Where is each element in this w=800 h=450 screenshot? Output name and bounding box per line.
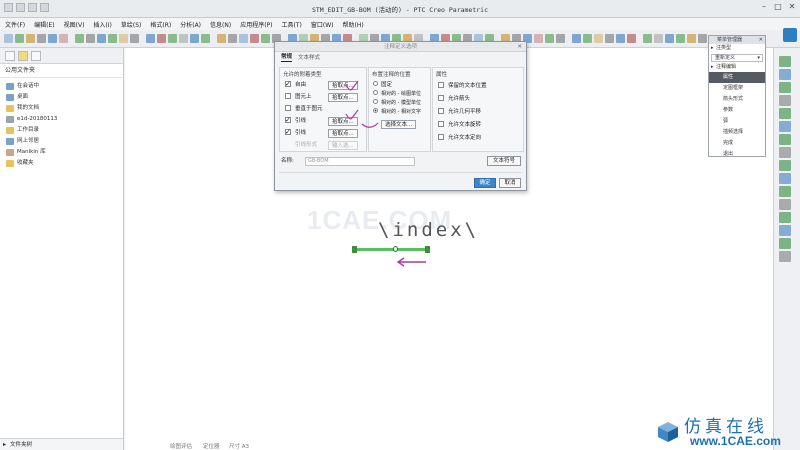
annotation-check-mark — [345, 109, 359, 120]
logo-cube-icon — [658, 422, 678, 442]
annotation-overlay — [345, 80, 426, 267]
logo-url: www.1CAE.com — [690, 434, 781, 448]
annotation-check-mark — [361, 122, 379, 128]
site-logo: 仿真在线 www.1CAE.com — [654, 412, 800, 450]
annotation-check-mark — [345, 80, 359, 91]
